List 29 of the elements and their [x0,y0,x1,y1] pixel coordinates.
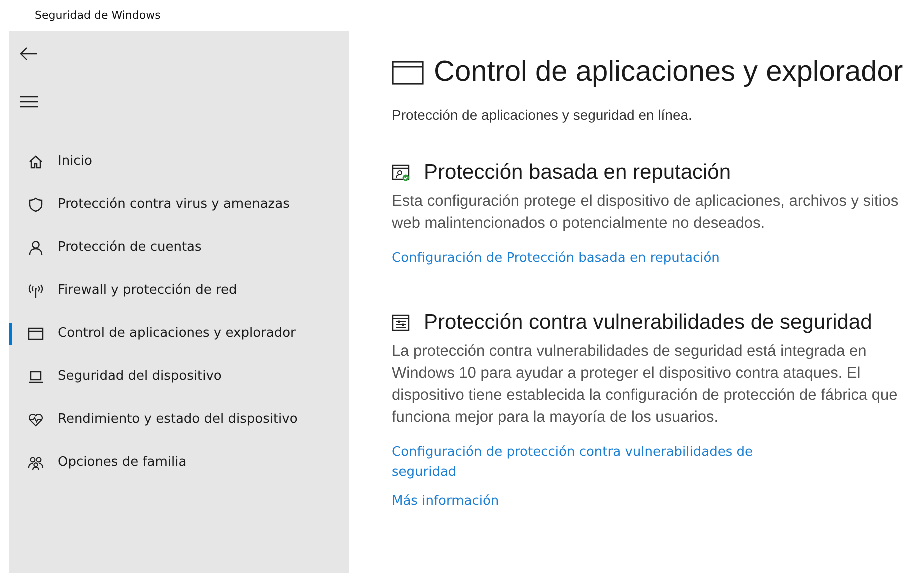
antenna-icon [28,282,44,298]
sidebar-item[interactable]: Opciones de familia [9,441,349,484]
window-icon [28,326,44,342]
section-heading: Protección basada en reputación [424,161,732,185]
laptop-icon [28,368,44,384]
sidebar-item[interactable]: Rendimiento y estado del dispositivo [9,398,349,441]
settings-link[interactable]: Configuración de Protección basada en reputación [392,249,772,269]
back-arrow-icon [20,47,38,61]
sidebar-item[interactable]: Inicio [9,140,349,183]
sidebar-item[interactable]: Protección de cuentas [9,226,349,269]
section-description: Esta configuración protege el dispositivo de aplicaciones, archivos y sitios web malintencionados o potencialmente no deseados. [392,192,900,234]
settings-window-icon [392,314,411,332]
section-description: La protección contra vulnerabilidades de seguridad está integrada en Windows 10 para ayudar a proteger el dispositivo contra ataques. El dispositivo tiene establecida la configuración de protección de fábrica que funciona mejor para la mayoría de los usuarios. [392,342,899,428]
shield-icon [28,196,44,212]
window-icon [392,60,424,84]
sidebar-item[interactable]: Seguridad del dispositivo [9,355,349,398]
person-icon [28,240,44,256]
sidebar-item[interactable]: Protección contra virus y amenazas [9,183,349,226]
section-heading: Protección contra vulnerabilidades de seguridad [424,311,872,335]
page-title: Control de aplicaciones y explorador [434,56,904,89]
settings-link[interactable]: Más información [392,492,772,512]
window-title: Seguridad de Windows [35,9,161,22]
family-icon [28,454,44,470]
heart-icon [28,412,44,428]
sidebar-item[interactable]: Firewall y protección de red [9,269,349,312]
home-icon [28,154,44,170]
settings-link[interactable]: Configuración de protección contra vulnerabilidades de seguridad [392,443,772,483]
menu-icon [20,96,38,108]
page-subtitle: Protección de aplicaciones y seguridad en línea. [392,107,694,123]
